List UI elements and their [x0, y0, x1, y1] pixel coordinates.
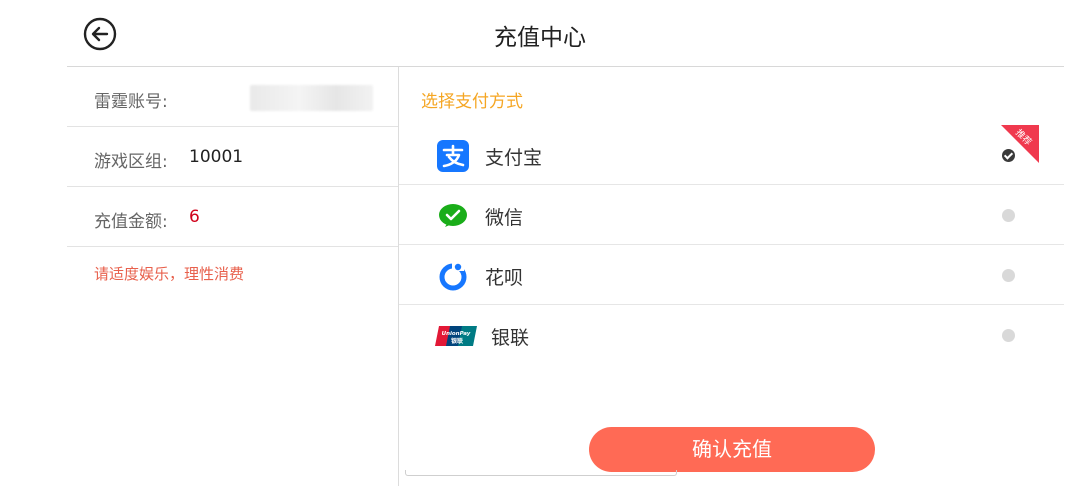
huabei-icon [439, 262, 467, 291]
scrollbar[interactable] [405, 470, 677, 476]
account-label: 雷霆账号: [94, 92, 168, 112]
payment-name-wechat: 微信 [485, 207, 524, 229]
account-row: 雷霆账号: [67, 67, 399, 127]
payment-panel: 选择支付方式 支付宝 推荐 微信 花呗 UnionPay 银联 银联 [399, 67, 1064, 486]
payment-section-title: 选择支付方式 [421, 92, 523, 112]
page-title: 充值中心 [494, 25, 586, 51]
amount-label: 充值金额: [94, 212, 168, 232]
payment-name-unionpay: 银联 [491, 327, 530, 349]
confirm-recharge-button[interactable]: 确认充值 [589, 427, 875, 472]
payment-name-huabei: 花呗 [485, 267, 524, 289]
server-value: 10001 [189, 147, 244, 167]
radio-wechat[interactable] [1002, 209, 1015, 222]
server-label: 游戏区组: [94, 152, 168, 172]
wechat-icon [439, 204, 467, 227]
account-info-panel: 雷霆账号: 游戏区组: 10001 充值金额: 6 请适度娱乐，理性消费 [67, 67, 399, 486]
amount-value: 6 [189, 207, 200, 227]
server-row: 游戏区组: 10001 [67, 127, 399, 187]
alipay-icon [437, 140, 469, 172]
svg-text:UnionPay: UnionPay [442, 331, 471, 337]
amount-row: 充值金额: 6 [67, 187, 399, 247]
unionpay-icon: UnionPay 银联 [435, 326, 477, 346]
payment-option-alipay[interactable]: 支付宝 推荐 [399, 125, 1064, 185]
notice-text: 请适度娱乐，理性消费 [94, 265, 245, 283]
radio-huabei[interactable] [1002, 269, 1015, 282]
radio-unionpay[interactable] [1002, 329, 1015, 342]
payment-option-unionpay[interactable]: UnionPay 银联 银联 [399, 305, 1064, 365]
header: 充值中心 [0, 0, 1080, 67]
account-value-redacted [250, 85, 373, 111]
radio-alipay[interactable] [1002, 149, 1015, 162]
payment-option-wechat[interactable]: 微信 [399, 185, 1064, 245]
svg-text:银联: 银联 [451, 337, 463, 345]
payment-option-huabei[interactable]: 花呗 [399, 245, 1064, 305]
payment-name-alipay: 支付宝 [485, 147, 543, 169]
